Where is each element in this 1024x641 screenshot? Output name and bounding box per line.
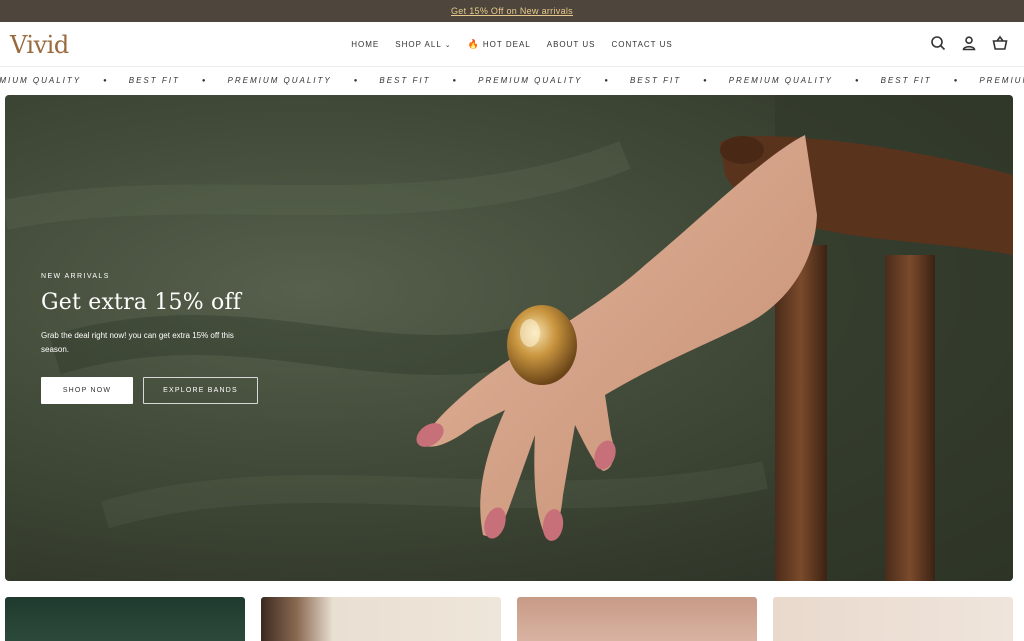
marquee-item: EMIUM QUALITY <box>0 76 82 85</box>
nav-home[interactable]: HOME <box>351 40 379 49</box>
search-icon[interactable] <box>930 35 946 56</box>
marquee-item: PREMIUM QUALITY <box>478 76 583 85</box>
separator-dot: ● <box>703 77 707 84</box>
hero-buttons: SHOP NOW EXPLORE BANDS <box>41 377 261 404</box>
separator-dot: ● <box>103 77 107 84</box>
account-icon[interactable] <box>961 35 977 56</box>
nav-hot-deal[interactable]: 🔥 HOT DEAL <box>468 39 531 50</box>
marquee-item: PREMIUM <box>979 76 1024 85</box>
collection-card[interactable] <box>5 597 245 641</box>
explore-bands-button[interactable]: EXPLORE BANDS <box>143 377 258 404</box>
marquee-item: BEST FIT <box>880 76 932 85</box>
fire-icon: 🔥 <box>467 39 480 49</box>
marquee-item: BEST FIT <box>629 76 682 85</box>
separator-dot: ● <box>854 77 859 84</box>
site-header: Vivid HOME SHOP ALL ⌄ 🔥 HOT DEAL ABOUT US … <box>0 22 1024 67</box>
marquee-item: PREMIUM QUALITY <box>227 76 332 85</box>
marquee-item: PREMIUM QUALITY <box>728 76 833 85</box>
logo[interactable]: Vivid <box>10 30 69 60</box>
separator-dot: ● <box>201 77 206 84</box>
marquee-track: EMIUM QUALITY ● BEST FIT ● PREMIUM QUALI… <box>0 76 1024 85</box>
hero-content: NEW ARRIVALS Get extra 15% off Grab the … <box>41 273 261 404</box>
chevron-down-icon: ⌄ <box>444 41 452 49</box>
hero-subtitle: Grab the deal right now! you can get ext… <box>41 331 234 354</box>
announcement-bar: Get 15% Off on New arrivals <box>0 0 1024 22</box>
feature-marquee: EMIUM QUALITY ● BEST FIT ● PREMIUM QUALI… <box>0 68 1024 93</box>
collection-card[interactable] <box>261 597 501 641</box>
collection-card[interactable] <box>517 597 757 641</box>
collection-cards <box>5 597 1013 641</box>
collection-card[interactable] <box>773 597 1013 641</box>
marquee-item: BEST FIT <box>379 76 431 85</box>
separator-dot: ● <box>604 77 608 84</box>
marquee-item: BEST FIT <box>128 76 180 85</box>
separator-dot: ● <box>353 77 358 84</box>
nav-contact-us[interactable]: CONTACT US <box>612 40 673 49</box>
hero-kicker: NEW ARRIVALS <box>41 273 110 280</box>
header-icons <box>930 35 1008 56</box>
main-nav: HOME SHOP ALL ⌄ 🔥 HOT DEAL ABOUT US CONTAC… <box>0 22 1024 67</box>
hero-banner: NEW ARRIVALS Get extra 15% off Grab the … <box>5 95 1013 581</box>
nav-about-us[interactable]: ABOUT US <box>547 40 596 49</box>
hero-title: Get extra 15% off <box>41 290 242 315</box>
cart-icon[interactable] <box>992 35 1008 56</box>
announcement-link[interactable]: Get 15% Off on New arrivals <box>451 6 573 16</box>
shop-now-button[interactable]: SHOP NOW <box>41 377 133 404</box>
separator-dot: ● <box>452 77 457 84</box>
nav-shop-all[interactable]: SHOP ALL ⌄ <box>395 40 451 49</box>
separator-dot: ● <box>953 77 958 84</box>
